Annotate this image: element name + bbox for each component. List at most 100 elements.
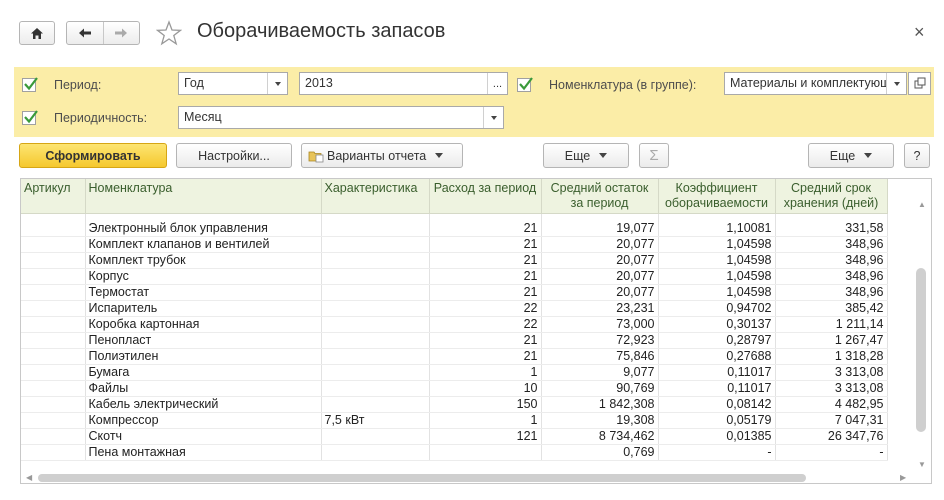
periodicity-select[interactable]: Месяц <box>178 106 504 129</box>
table-cell <box>21 444 86 461</box>
horizontal-scrollbar[interactable] <box>38 474 806 482</box>
table-cell <box>21 252 86 269</box>
table-row[interactable]: Бумага 1 9,077 0,11017 3 313,08 <box>21 364 888 381</box>
more-button-2[interactable]: Еще <box>808 143 894 168</box>
table-cell: 348,96 <box>775 252 888 269</box>
table-cell: 121 <box>429 428 542 445</box>
period-select-button[interactable]: ... <box>487 73 507 94</box>
table-cell <box>21 300 86 317</box>
table-row[interactable]: Полиэтилен 21 75,846 0,27688 1 318,28 <box>21 348 888 365</box>
table-cell: 1,04598 <box>658 236 776 253</box>
generate-button[interactable]: Сформировать <box>19 143 167 168</box>
col-header-storage-days[interactable]: Средний срок хранения (дней) <box>775 179 888 214</box>
table-cell: 0,769 <box>541 444 659 461</box>
table-cell: 1,10081 <box>658 220 776 237</box>
table-row[interactable]: Комплект клапанов и вентилей 21 20,077 1,04… <box>21 236 888 253</box>
table-cell <box>21 284 86 301</box>
col-header-turnover[interactable]: Коэффициент оборачиваемости <box>658 179 776 214</box>
table-cell: 21 <box>429 268 542 285</box>
dropdown-icon[interactable] <box>886 73 906 94</box>
table-cell: 22 <box>429 300 542 317</box>
table-row[interactable]: Пенопласт 21 72,923 0,28797 1 267,47 <box>21 332 888 349</box>
table-cell: 20,077 <box>541 236 659 253</box>
table-row[interactable]: Кабель электрический 150 1 842,308 0,08142 4… <box>21 396 888 413</box>
forward-button[interactable] <box>102 22 139 44</box>
table-row[interactable]: Коробка картонная 22 73,000 0,30137 1 211,14 <box>21 316 888 333</box>
table-cell: 0,05179 <box>658 412 776 429</box>
settings-button[interactable]: Настройки... <box>176 143 292 168</box>
table-cell: 4 482,95 <box>775 396 888 413</box>
table-row[interactable]: Корпус 21 20,077 1,04598 348,96 <box>21 268 888 285</box>
table-cell <box>21 348 86 365</box>
table-cell: Компрессор <box>85 412 322 429</box>
table-cell: 19,308 <box>541 412 659 429</box>
vertical-scrollbar[interactable] <box>916 268 926 432</box>
col-header-nomenclature[interactable]: Номенклатура <box>85 179 322 214</box>
table-cell: 20,077 <box>541 284 659 301</box>
table-cell: 22 <box>429 316 542 333</box>
table-cell: 21 <box>429 332 542 349</box>
period-value-field[interactable]: 2013 ... <box>299 72 508 95</box>
dropdown-icon[interactable] <box>267 73 287 94</box>
table-cell: Корпус <box>85 268 322 285</box>
open-button[interactable] <box>908 72 931 95</box>
table-cell: Термостат <box>85 284 322 301</box>
table-cell: 0,94702 <box>658 300 776 317</box>
table-cell: 150 <box>429 396 542 413</box>
table-cell: 0,27688 <box>658 348 776 365</box>
nomenclature-checkbox[interactable] <box>517 77 533 92</box>
table-row[interactable]: Скотч 121 8 734,462 0,01385 26 347,76 <box>21 428 888 445</box>
scroll-up-icon[interactable]: ▲ <box>918 200 926 209</box>
table-row[interactable]: Компрессор 7,5 кВт 1 19,308 0,05179 7 047,31 <box>21 412 888 429</box>
table-header: Артикул Номенклатура Характеристика Расх… <box>21 179 888 214</box>
col-header-consumption[interactable]: Расход за период <box>429 179 542 214</box>
help-button[interactable]: ? <box>904 143 930 168</box>
home-button[interactable] <box>19 21 55 45</box>
table-row[interactable]: Испаритель 22 23,231 0,94702 385,42 <box>21 300 888 317</box>
sum-button[interactable]: Σ <box>639 143 669 168</box>
nomenclature-label: Номенклатура (в группе): <box>549 78 697 92</box>
table-cell: Коробка картонная <box>85 316 322 333</box>
periodicity-label: Периодичность: <box>54 111 148 125</box>
table-cell: 72,923 <box>541 332 659 349</box>
table-cell: 9,077 <box>541 364 659 381</box>
checkbox-icon <box>24 110 38 124</box>
more-button-1[interactable]: Еще <box>543 143 629 168</box>
scroll-right-icon[interactable]: ▶ <box>900 473 906 482</box>
col-header-article[interactable]: Артикул <box>21 179 86 214</box>
col-header-avg-balance[interactable]: Средний остаток за период <box>541 179 659 214</box>
table-cell: 348,96 <box>775 236 888 253</box>
table-cell: 348,96 <box>775 268 888 285</box>
star-icon[interactable] <box>156 20 182 46</box>
report-variants-button[interactable]: Варианты отчета <box>301 143 463 168</box>
table-cell <box>321 268 430 285</box>
table-cell <box>21 268 86 285</box>
table-row[interactable]: Файлы 10 90,769 0,11017 3 313,08 <box>21 380 888 397</box>
close-icon[interactable]: × <box>914 22 925 43</box>
table-row[interactable]: Комплект трубок 21 20,077 1,04598 348,96 <box>21 252 888 269</box>
nomenclature-field[interactable]: Материалы и комплектующие <box>724 72 907 95</box>
table-cell: 1 211,14 <box>775 316 888 333</box>
period-type-select[interactable]: Год <box>178 72 288 95</box>
table-row[interactable]: Электронный блок управления 21 19,077 1,100… <box>21 220 888 237</box>
back-button[interactable] <box>67 22 103 44</box>
col-header-characteristic[interactable]: Характеристика <box>321 179 430 214</box>
table-cell: 331,58 <box>775 220 888 237</box>
table-cell: 20,077 <box>541 252 659 269</box>
table-cell: Пена монтажная <box>85 444 322 461</box>
periodicity-checkbox[interactable] <box>22 110 38 125</box>
table-cell: 7 047,31 <box>775 412 888 429</box>
scroll-down-icon[interactable]: ▼ <box>918 460 926 469</box>
table-cell: 7,5 кВт <box>321 412 430 429</box>
period-checkbox[interactable] <box>22 77 38 92</box>
scroll-left-icon[interactable]: ◀ <box>26 473 32 482</box>
table-row[interactable]: Термостат 21 20,077 1,04598 348,96 <box>21 284 888 301</box>
table-cell: 90,769 <box>541 380 659 397</box>
table-row[interactable]: Пена монтажная 0,769- - <box>21 444 888 461</box>
table-cell: 1,04598 <box>658 252 776 269</box>
table-cell <box>321 316 430 333</box>
table-cell: 23,231 <box>541 300 659 317</box>
table-cell: 1 <box>429 412 542 429</box>
dropdown-icon[interactable] <box>483 107 503 128</box>
table-cell: - <box>775 444 888 461</box>
